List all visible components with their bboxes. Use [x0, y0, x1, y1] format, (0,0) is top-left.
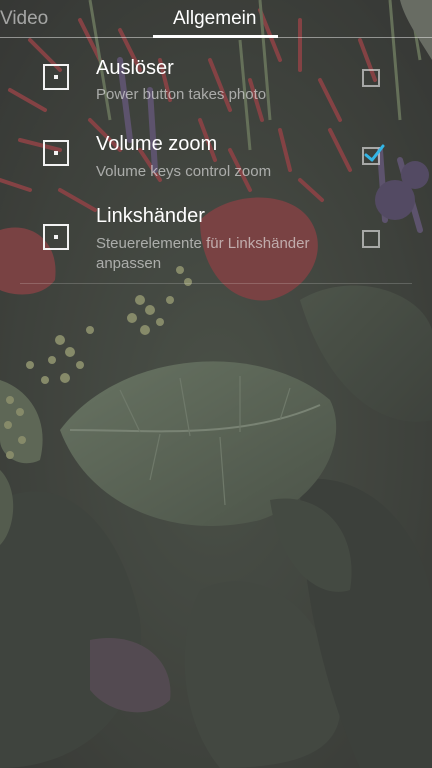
square-dot-icon [43, 224, 69, 250]
setting-summary: Steuerelemente für Linkshänder anpassen [96, 235, 310, 272]
setting-summary: Power button takes photo [96, 86, 267, 103]
setting-title: Volume zoom [96, 133, 218, 155]
setting-summary: Volume keys control zoom [96, 163, 272, 180]
tab-selected-indicator [153, 35, 278, 38]
setting-row-left-handed[interactable]: Linkshänder Steuerelemente für Linkshänd… [0, 199, 432, 283]
settings-tab-bar: Video Allgemein [0, 0, 432, 38]
square-dot-icon [43, 64, 69, 90]
square-dot-icon [43, 140, 69, 166]
setting-checkbox[interactable] [362, 69, 380, 87]
camera-settings-screen: Video Allgemein Auslöser Power button ta… [0, 0, 432, 768]
setting-checkbox[interactable] [362, 144, 385, 165]
tab-video[interactable]: Video [0, 8, 48, 30]
setting-row-volume-zoom[interactable]: Volume zoom Volume keys control zoom [0, 119, 432, 199]
checkmark-icon [364, 144, 385, 162]
setting-checkbox[interactable] [362, 230, 380, 248]
tab-general[interactable]: Allgemein [173, 8, 256, 30]
settings-list-divider [20, 283, 412, 284]
setting-row-shutter[interactable]: Auslöser Power button takes photo [0, 39, 432, 119]
setting-title: Auslöser [96, 57, 174, 79]
setting-title: Linkshänder [96, 205, 205, 227]
